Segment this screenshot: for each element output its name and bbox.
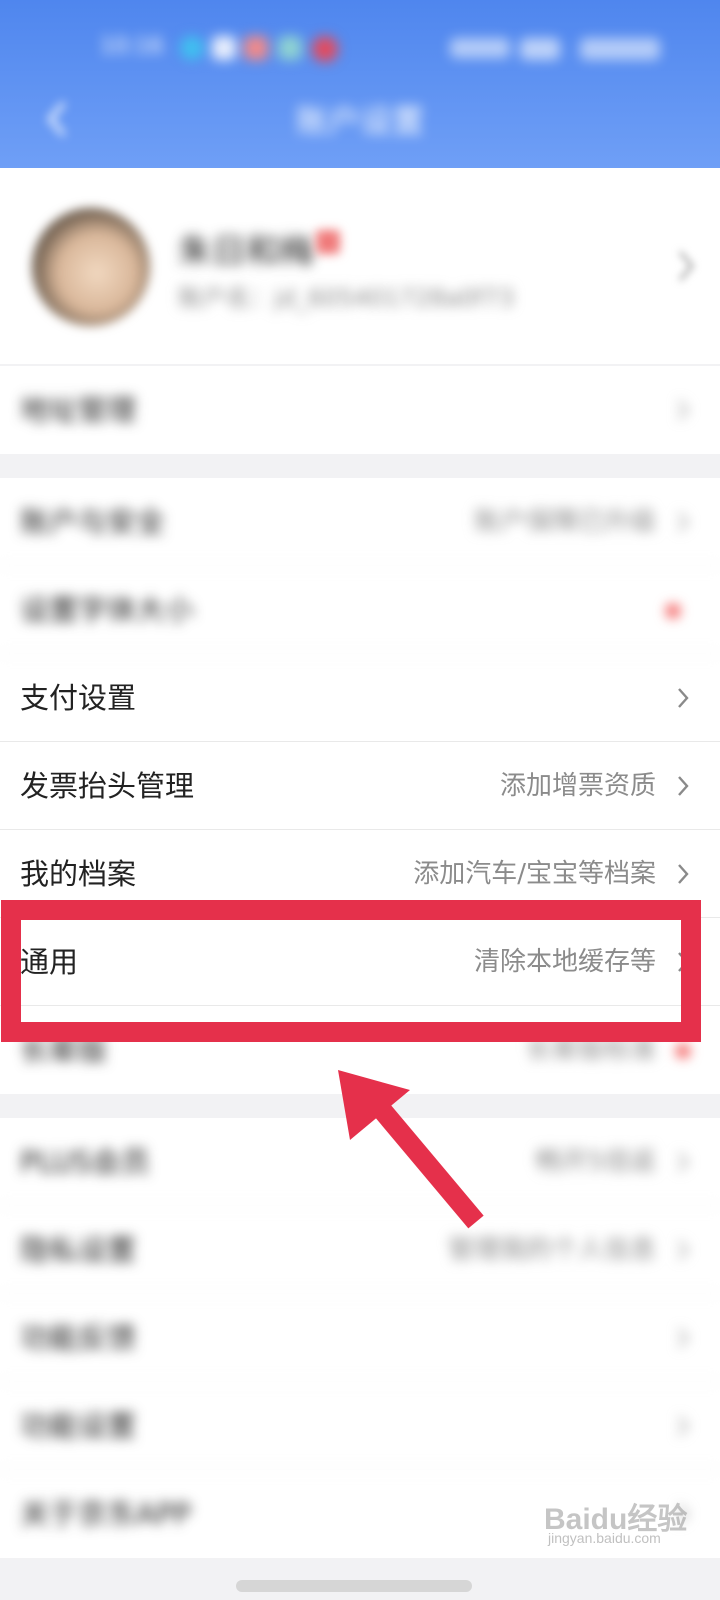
chevron-right-icon — [678, 952, 689, 972]
chevron-right-icon — [678, 864, 689, 884]
row-invoice-title[interactable]: 发票抬头管理 添加增票资质 — [0, 742, 720, 830]
row-label: 长辈版 — [20, 1033, 108, 1067]
row-label: 支付设置 — [20, 681, 137, 715]
row-value: 添加增票资质 — [499, 771, 656, 801]
red-dot-icon — [676, 1044, 690, 1058]
chevron-right-icon — [678, 512, 689, 532]
row-account-security[interactable]: 账户与安全 账户保障已升级 — [0, 478, 720, 566]
settings-group-address: 地址管理 — [0, 366, 720, 454]
vip-badge-icon — [316, 230, 340, 254]
row-elder-mode[interactable]: 长辈版 长辈版标准 — [0, 1006, 720, 1094]
row-address[interactable]: 地址管理 — [0, 366, 720, 454]
red-dot-icon — [666, 604, 680, 618]
row-privacy[interactable]: 隐私设置 管理我的个人信息 — [0, 1206, 720, 1294]
row-value: 账户保障已升级 — [473, 507, 656, 537]
settings-group-more: PLUS会员 畅开5倍返 隐私设置 管理我的个人信息 功能反馈 功能设置 关于京… — [0, 1118, 720, 1558]
wifi-icon — [520, 38, 560, 60]
chevron-right-icon — [678, 776, 689, 796]
status-time: 10:16 — [100, 34, 164, 59]
row-label: PLUS会员 — [20, 1145, 150, 1179]
chevron-right-icon — [678, 1240, 689, 1260]
chevron-right-icon — [678, 1504, 689, 1524]
profile-name: 朱日和梅 — [178, 232, 314, 272]
notification-icon — [212, 36, 236, 60]
row-value: 畅开5倍返 — [535, 1147, 656, 1177]
row-label: 功能设置 — [20, 1409, 137, 1443]
notification-icon — [180, 36, 204, 60]
row-label: 我的档案 — [20, 857, 137, 891]
chevron-right-icon — [678, 1416, 689, 1436]
chevron-right-icon — [678, 1328, 689, 1348]
row-feature-settings[interactable]: 功能设置 — [0, 1382, 720, 1470]
row-value: 清除本地缓存等 — [473, 947, 656, 977]
row-label: 功能反馈 — [20, 1321, 137, 1355]
row-font-size[interactable]: 设置字体大小 — [0, 566, 720, 654]
row-label: 账户与安全 — [20, 505, 166, 539]
row-value: 长辈版标准 — [525, 1035, 656, 1065]
row-label: 地址管理 — [20, 393, 137, 427]
profile-card[interactable]: 朱日和梅 账户名：jd_605401728a0f73 — [0, 168, 720, 364]
row-label: 发票抬头管理 — [20, 769, 195, 803]
row-general[interactable]: 通用 清除本地缓存等 — [0, 918, 720, 1006]
row-value: 管理我的个人信息 — [447, 1235, 656, 1265]
nav-header: 10:16 账户设置 — [0, 0, 720, 168]
home-indicator[interactable] — [236, 1580, 472, 1592]
avatar — [32, 208, 150, 326]
row-label: 关于京东APP — [20, 1497, 191, 1531]
row-label: 设置字体大小 — [20, 593, 195, 627]
profile-account: 账户名：jd_605401728a0f73 — [178, 284, 515, 312]
row-label: 隐私设置 — [20, 1233, 137, 1267]
notification-icon — [244, 36, 268, 60]
notification-icon — [278, 36, 302, 60]
notification-icon — [312, 36, 338, 62]
chevron-right-icon — [678, 251, 694, 281]
row-value: 添加汽车/宝宝等档案 — [413, 859, 656, 889]
status-bar: 10:16 — [0, 0, 720, 96]
row-my-profile[interactable]: 我的档案 添加汽车/宝宝等档案 — [0, 830, 720, 918]
battery-icon — [580, 38, 660, 60]
row-plus-member[interactable]: PLUS会员 畅开5倍返 — [0, 1118, 720, 1206]
chevron-right-icon — [678, 1152, 689, 1172]
row-payment-settings[interactable]: 支付设置 — [0, 654, 720, 742]
signal-icon — [450, 38, 510, 58]
chevron-right-icon — [678, 400, 689, 420]
row-label: 通用 — [20, 945, 79, 979]
row-about-app[interactable]: 关于京东APP — [0, 1470, 720, 1558]
row-feedback[interactable]: 功能反馈 — [0, 1294, 720, 1382]
settings-group-main: 账户与安全 账户保障已升级 设置字体大小 支付设置 发票抬头管理 添加增票资质 … — [0, 478, 720, 1094]
page-title: 账户设置 — [295, 102, 424, 140]
chevron-right-icon — [678, 688, 689, 708]
